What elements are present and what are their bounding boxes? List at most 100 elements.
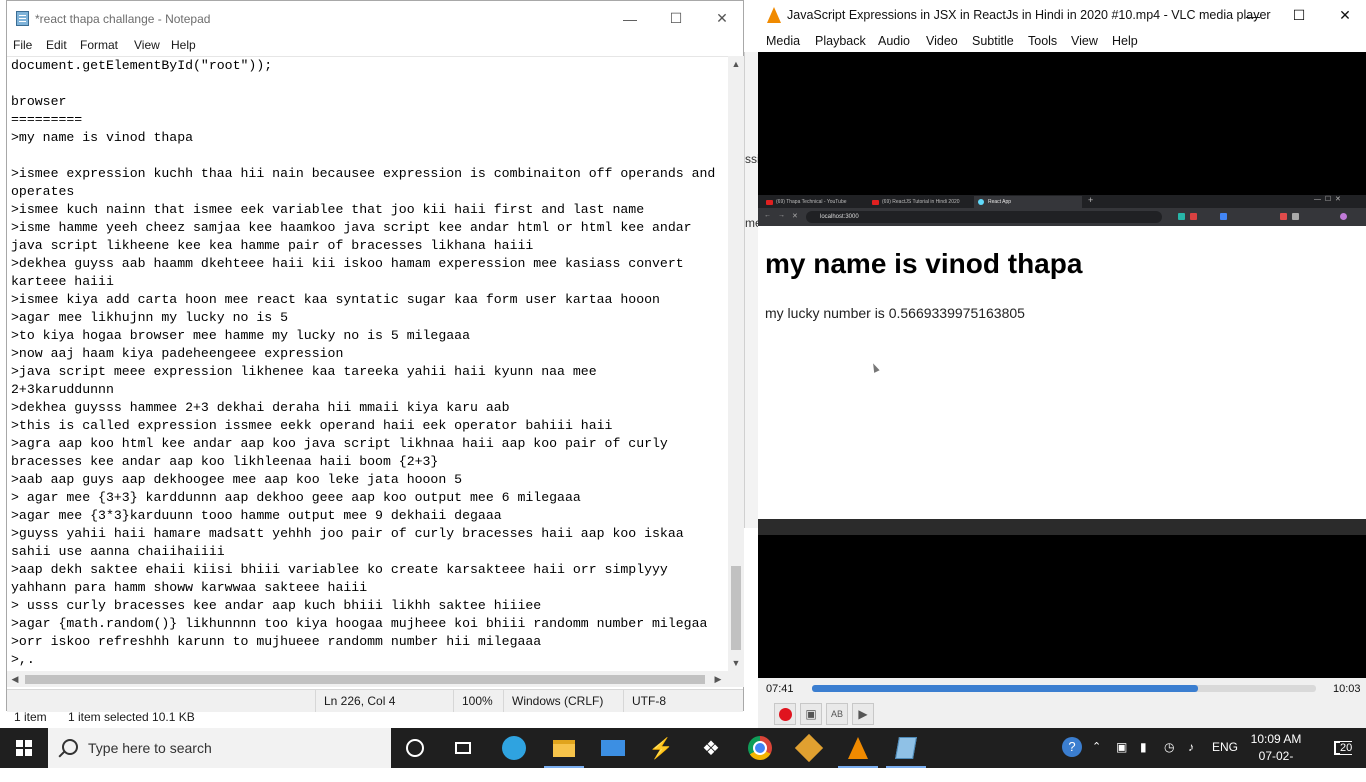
- back-icon: ←: [764, 212, 771, 219]
- vlc-menu-audio[interactable]: Audio: [878, 34, 910, 48]
- camera-icon: ▣: [805, 707, 817, 721]
- wifi-icon[interactable]: ◷: [1164, 740, 1174, 754]
- browser-tab: (69) Thapa Technical - YouTube: [762, 196, 864, 208]
- vlc-menu-playback[interactable]: Playback: [815, 34, 866, 48]
- taskbar-chrome[interactable]: [736, 728, 784, 768]
- zoom-level: 100%: [453, 690, 503, 712]
- vlc-menu-view[interactable]: View: [1071, 34, 1098, 48]
- task-view-icon: [455, 742, 471, 754]
- explorer-peek: ssi me: [744, 52, 762, 528]
- ab-loop-icon: AB: [830, 709, 843, 719]
- profile-avatar-icon: [1340, 213, 1347, 220]
- notepad-menubar: File Edit Format View Help: [7, 36, 743, 56]
- vlc-minimize-button[interactable]: —: [1230, 0, 1276, 31]
- notepad-text-area[interactable]: document.getElementById("root")); browse…: [7, 56, 728, 672]
- maximize-button[interactable]: ☐: [653, 1, 699, 36]
- vlc-close-button[interactable]: ✕: [1322, 0, 1366, 31]
- taskbar-file-explorer[interactable]: [540, 728, 588, 768]
- menu-edit[interactable]: Edit: [46, 38, 67, 52]
- extension-icon: [1178, 213, 1185, 220]
- notepad-app-icon: [16, 11, 29, 26]
- scroll-left-arrow-icon[interactable]: ◀: [7, 671, 23, 687]
- minimize-button[interactable]: —: [607, 1, 653, 36]
- vlc-menu-video[interactable]: Video: [926, 34, 958, 48]
- taskbar-dropbox[interactable]: ❖: [687, 728, 735, 768]
- explorer-item-count: 1 item: [14, 710, 47, 724]
- video-area[interactable]: (69) Thapa Technical - YouTube (69) Reac…: [758, 52, 1366, 678]
- snapshot-button[interactable]: ▣: [800, 703, 822, 725]
- scrollbar-corner: [728, 671, 744, 687]
- taskbar-search-box[interactable]: Type here to search: [48, 728, 391, 768]
- elapsed-time: 07:41: [766, 683, 794, 695]
- extension-icon: [1220, 213, 1227, 220]
- notepad-horizontal-scrollbar[interactable]: ◀ ▶: [7, 671, 728, 687]
- vlc-menu-help[interactable]: Help: [1112, 34, 1138, 48]
- input-language[interactable]: ENG: [1212, 740, 1238, 754]
- browser-tabstrip: (69) Thapa Technical - YouTube (69) Reac…: [758, 195, 1366, 208]
- youtube-icon: [872, 200, 879, 205]
- folder-icon: [553, 739, 575, 757]
- show-hidden-icons-icon[interactable]: ⌃: [1092, 740, 1101, 753]
- notepad-title: *react thapa challange - Notepad: [35, 12, 211, 26]
- scroll-right-arrow-icon[interactable]: ▶: [710, 671, 726, 687]
- reload-stop-icon: ✕: [792, 213, 798, 220]
- clock-time: 10:09 AM: [1250, 732, 1302, 746]
- notepad-window: *react thapa challange - Notepad — ☐ ✕ F…: [6, 0, 744, 712]
- help-icon[interactable]: ?: [1062, 737, 1082, 757]
- taskbar-vlc[interactable]: [834, 728, 882, 768]
- close-button[interactable]: ✕: [699, 1, 745, 36]
- menu-help[interactable]: Help: [171, 38, 196, 52]
- action-center-button[interactable]: 20: [1320, 728, 1366, 768]
- battery-icon[interactable]: ▮: [1140, 740, 1147, 754]
- menu-format[interactable]: Format: [80, 38, 118, 52]
- task-view-button[interactable]: [439, 728, 487, 768]
- menu-file[interactable]: File: [13, 38, 32, 52]
- browser-bottom-bar: [758, 519, 1366, 535]
- meet-now-icon[interactable]: ▣: [1116, 740, 1127, 754]
- cortana-button[interactable]: [391, 728, 439, 768]
- frame-step-icon: ▶: [858, 707, 868, 721]
- taskbar-app[interactable]: ⚡: [637, 728, 685, 768]
- taskbar-edge[interactable]: [490, 728, 538, 768]
- taskbar-app[interactable]: [785, 728, 833, 768]
- vlc-titlebar[interactable]: JavaScript Expressions in JSX in ReactJs…: [758, 0, 1366, 31]
- extension-icon: [1280, 213, 1287, 220]
- notepad-taskbar-icon: [895, 737, 917, 759]
- notepad-vertical-scrollbar[interactable]: ▲ ▼: [728, 56, 744, 671]
- chrome-icon: [748, 736, 772, 760]
- vlc-menu-tools[interactable]: Tools: [1028, 34, 1057, 48]
- scroll-up-arrow-icon[interactable]: ▲: [728, 56, 744, 72]
- vlc-taskbar-icon: [848, 737, 868, 759]
- horizontal-scroll-thumb[interactable]: [25, 675, 705, 684]
- page-paragraph: my lucky number is 0.5669339975163805: [765, 305, 1025, 321]
- encoding: UTF-8: [623, 690, 743, 712]
- extension-icon: [1190, 213, 1197, 220]
- taskbar-clock[interactable]: 10:09 AM 07-02-2021: [1248, 731, 1304, 782]
- start-button[interactable]: [0, 728, 48, 768]
- mouse-cursor-icon: [870, 362, 880, 373]
- lightning-app-icon: ⚡: [648, 737, 674, 760]
- loop-ab-button[interactable]: AB: [826, 703, 848, 725]
- diamond-app-icon: [794, 733, 824, 763]
- vlc-maximize-button[interactable]: ☐: [1276, 0, 1322, 31]
- notepad-titlebar[interactable]: *react thapa challange - Notepad — ☐ ✕: [7, 1, 743, 36]
- taskbar-notepad[interactable]: [882, 728, 930, 768]
- taskbar-mail[interactable]: [589, 728, 637, 768]
- browser-url-bar: localhost:3000: [806, 211, 1162, 223]
- vlc-menu-media[interactable]: Media: [766, 34, 800, 48]
- line-ending: Windows (CRLF): [503, 690, 623, 712]
- seek-slider[interactable]: [812, 685, 1316, 692]
- scroll-down-arrow-icon[interactable]: ▼: [728, 655, 744, 671]
- react-icon: [978, 199, 984, 205]
- frame-step-button[interactable]: ▶: [852, 703, 874, 725]
- browser-toolbar: ← → ✕ localhost:3000: [758, 208, 1366, 226]
- notepad-text-content[interactable]: document.getElementById("root")); browse…: [11, 57, 715, 669]
- total-time: 10:03: [1333, 683, 1361, 695]
- vlc-window: JavaScript Expressions in JSX in ReactJs…: [758, 0, 1366, 728]
- menu-view[interactable]: View: [134, 38, 160, 52]
- vertical-scroll-thumb[interactable]: [731, 566, 741, 650]
- vlc-menu-subtitle[interactable]: Subtitle: [972, 34, 1014, 48]
- vlc-cone-icon: [767, 7, 781, 23]
- record-button[interactable]: [774, 703, 796, 725]
- volume-icon[interactable]: ♪: [1188, 740, 1194, 754]
